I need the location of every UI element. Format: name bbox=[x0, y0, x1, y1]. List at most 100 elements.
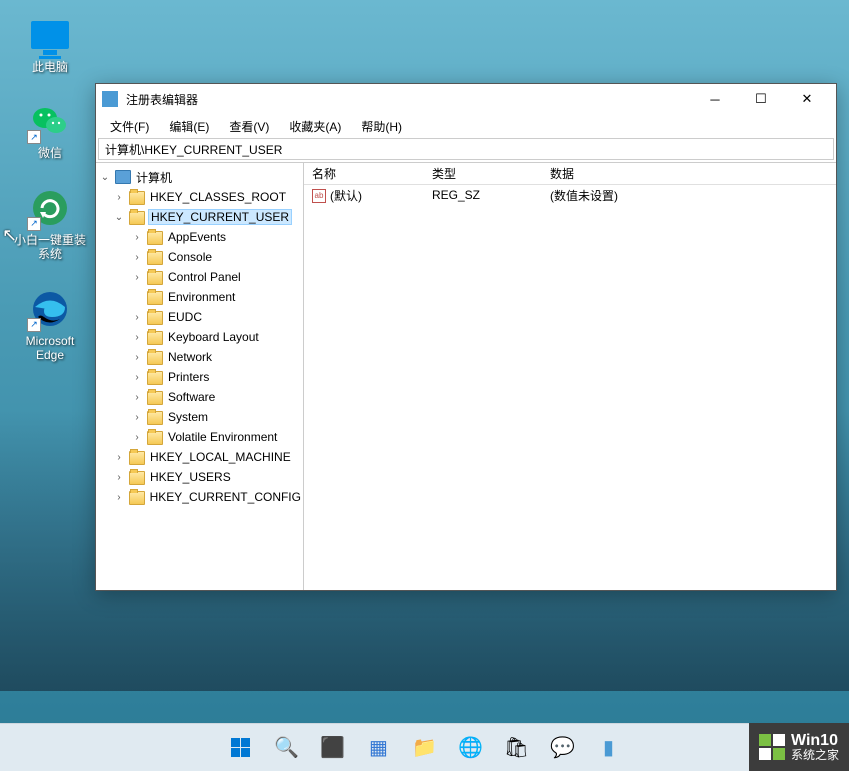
address-bar[interactable]: 计算机\HKEY_CURRENT_USER bbox=[98, 138, 834, 160]
store-button[interactable]: 🛍 bbox=[497, 728, 537, 768]
window-title: 注册表编辑器 bbox=[126, 91, 692, 108]
tree-key[interactable]: ›Console bbox=[96, 247, 303, 267]
tree-key[interactable]: › Network bbox=[96, 347, 303, 367]
wechat-taskbar-button[interactable]: 💬 bbox=[543, 728, 583, 768]
titlebar[interactable]: 注册表编辑器 ─ ☐ ✕ bbox=[96, 84, 836, 114]
chevron-right-icon[interactable]: › bbox=[130, 392, 144, 403]
desktop-icon-this-pc[interactable]: 此电脑 bbox=[10, 10, 90, 78]
chevron-right-icon[interactable]: › bbox=[130, 432, 144, 443]
tree-key[interactable]: ›Software bbox=[96, 387, 303, 407]
menu-view[interactable]: 查看(V) bbox=[219, 116, 279, 137]
column-type[interactable]: 类型 bbox=[424, 163, 542, 184]
tree-node-label: HKEY_USERS bbox=[148, 469, 233, 485]
app-button[interactable]: ▮ bbox=[589, 728, 629, 768]
menu-edit[interactable]: 编辑(E) bbox=[159, 116, 219, 137]
window-controls: ─ ☐ ✕ bbox=[692, 84, 830, 114]
store-icon: 🛍 bbox=[504, 735, 529, 760]
chevron-right-icon[interactable]: › bbox=[130, 232, 144, 243]
shortcut-arrow-icon: ↗ bbox=[27, 318, 41, 332]
menu-help[interactable]: 帮助(H) bbox=[351, 116, 412, 137]
chevron-right-icon[interactable]: › bbox=[130, 372, 144, 383]
tree-hive[interactable]: ⌄ HKEY_CURRENT_USER bbox=[96, 207, 303, 227]
tree-key[interactable]: › System bbox=[96, 407, 303, 427]
folder-icon bbox=[129, 211, 145, 225]
brand-top: Win10 bbox=[791, 732, 839, 750]
chevron-right-icon[interactable]: › bbox=[130, 312, 144, 323]
minimize-button[interactable]: ─ bbox=[692, 84, 738, 114]
tree-hive[interactable]: ›HKEY_CLASSES_ROOT bbox=[96, 187, 303, 207]
tree-node-label: HKEY_CURRENT_CONFIG bbox=[148, 489, 303, 505]
desktop-icon-reinstall[interactable]: ↗ 小白一键重装系统 bbox=[10, 183, 90, 266]
start-button[interactable] bbox=[221, 728, 261, 768]
tree-node-label: HKEY_CURRENT_USER bbox=[148, 209, 292, 225]
tree-node-label: System bbox=[166, 409, 210, 425]
tree-hive[interactable]: › HKEY_CURRENT_CONFIG bbox=[96, 487, 303, 507]
folder-icon bbox=[129, 451, 145, 465]
tree-key[interactable]: ›EUDC bbox=[96, 307, 303, 327]
tree-key[interactable]: ›Keyboard Layout bbox=[96, 327, 303, 347]
desktop-icons: 此电脑 ↗ 微信 ↗ 小白一键重装系统 ↗ Microsoft Edge bbox=[10, 10, 90, 384]
tree-node-label: Printers bbox=[166, 369, 211, 385]
tree-hive[interactable]: › HKEY_USERS bbox=[96, 467, 303, 487]
computer-icon bbox=[115, 170, 131, 184]
close-button[interactable]: ✕ bbox=[784, 84, 830, 114]
desktop-icon-label: 此电脑 bbox=[32, 60, 68, 74]
logo-icon bbox=[759, 734, 785, 760]
chevron-right-icon[interactable]: › bbox=[130, 412, 144, 423]
column-name[interactable]: 名称 bbox=[304, 163, 424, 184]
chevron-right-icon[interactable]: › bbox=[112, 492, 126, 503]
tree-root[interactable]: ⌄ 计算机 bbox=[96, 167, 303, 187]
tree-node-label: AppEvents bbox=[166, 229, 228, 245]
taskbar: 🔍 ⬛ ▦ 📁 🌐 🛍 💬 ▮ Win10 系统之家 bbox=[0, 723, 849, 771]
values-pane[interactable]: 名称 类型 数据 ab(默认)REG_SZ(数值未设置) bbox=[304, 163, 836, 590]
search-button[interactable]: 🔍 bbox=[267, 728, 307, 768]
edge-button[interactable]: 🌐 bbox=[451, 728, 491, 768]
windows-icon bbox=[231, 738, 250, 757]
chevron-right-icon[interactable]: › bbox=[130, 252, 144, 263]
task-view-button[interactable]: ⬛ bbox=[313, 728, 353, 768]
value-row[interactable]: ab(默认)REG_SZ(数值未设置) bbox=[304, 185, 836, 205]
taskbar-center: 🔍 ⬛ ▦ 📁 🌐 🛍 💬 ▮ bbox=[221, 728, 629, 768]
tree-node-label: HKEY_LOCAL_MACHINE bbox=[148, 449, 293, 465]
chevron-down-icon[interactable]: ⌄ bbox=[98, 172, 112, 183]
chevron-right-icon[interactable]: › bbox=[130, 352, 144, 363]
value-type: REG_SZ bbox=[424, 187, 542, 203]
widgets-button[interactable]: ▦ bbox=[359, 728, 399, 768]
folder-icon bbox=[147, 391, 163, 405]
content-area: ⌄ 计算机 ›HKEY_CLASSES_ROOT ⌄ HKEY_CURRENT_US… bbox=[96, 162, 836, 590]
folder-icon bbox=[147, 311, 163, 325]
string-value-icon: ab bbox=[312, 189, 326, 203]
chevron-right-icon[interactable]: › bbox=[112, 472, 126, 483]
desktop-icon-label: 小白一键重装系统 bbox=[14, 233, 86, 262]
tree-node-label: 计算机 bbox=[134, 168, 174, 187]
tree-key[interactable]: › Control Panel bbox=[96, 267, 303, 287]
tree-key[interactable]: ›Volatile Environment bbox=[96, 427, 303, 447]
tree-key[interactable]: › AppEvents bbox=[96, 227, 303, 247]
chevron-right-icon[interactable]: › bbox=[130, 332, 144, 343]
chevron-right-icon[interactable]: › bbox=[112, 192, 126, 203]
edge-icon: 🌐 bbox=[458, 735, 483, 760]
tree-pane[interactable]: ⌄ 计算机 ›HKEY_CLASSES_ROOT ⌄ HKEY_CURRENT_US… bbox=[96, 163, 304, 590]
values-header: 名称 类型 数据 bbox=[304, 163, 836, 185]
desktop-icon-edge[interactable]: ↗ Microsoft Edge bbox=[10, 284, 90, 367]
chevron-right-icon[interactable]: › bbox=[112, 452, 126, 463]
menubar: 文件(F) 编辑(E) 查看(V) 收藏夹(A) 帮助(H) bbox=[96, 114, 836, 138]
folder-icon bbox=[147, 291, 163, 305]
folder-icon bbox=[147, 411, 163, 425]
chevron-right-icon[interactable]: › bbox=[130, 272, 144, 283]
menu-favorites[interactable]: 收藏夹(A) bbox=[279, 116, 351, 137]
desktop-icon-wechat[interactable]: ↗ 微信 bbox=[10, 96, 90, 164]
tree-hive[interactable]: › HKEY_LOCAL_MACHINE bbox=[96, 447, 303, 467]
column-data[interactable]: 数据 bbox=[542, 163, 836, 184]
menu-file[interactable]: 文件(F) bbox=[100, 116, 159, 137]
tree-node-label: Network bbox=[166, 349, 214, 365]
tree-node-label: Control Panel bbox=[166, 269, 243, 285]
explorer-button[interactable]: 📁 bbox=[405, 728, 445, 768]
tree-key[interactable]: Environment bbox=[96, 287, 303, 307]
maximize-button[interactable]: ☐ bbox=[738, 84, 784, 114]
wechat-icon: 💬 bbox=[550, 735, 575, 760]
chevron-down-icon[interactable]: ⌄ bbox=[112, 212, 126, 223]
folder-icon bbox=[147, 371, 163, 385]
tree-key[interactable]: › Printers bbox=[96, 367, 303, 387]
task-view-icon: ⬛ bbox=[320, 735, 345, 760]
